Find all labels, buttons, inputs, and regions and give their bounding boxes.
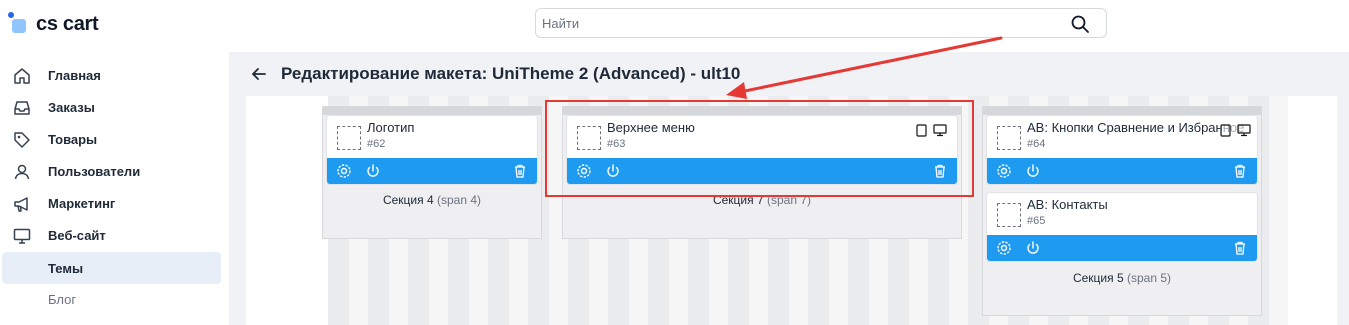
block-placeholder-icon [577, 126, 601, 150]
sidebar-item-label: Веб-сайт [48, 227, 106, 243]
trash-icon[interactable] [511, 162, 529, 180]
block-name: Логотип [367, 120, 415, 135]
trash-icon[interactable] [931, 162, 949, 180]
block-toolbar [327, 158, 537, 184]
monitor-icon [12, 226, 32, 246]
section-span: (span 4) [436, 193, 482, 207]
sidebar-item-label: Главная [48, 67, 101, 83]
section-span: (span 5) [1126, 271, 1172, 285]
section-span: (span 7) [766, 193, 812, 207]
gear-icon[interactable] [995, 239, 1013, 257]
trash-icon[interactable] [1231, 239, 1249, 257]
block-placeholder-icon [337, 126, 361, 150]
sidebar-item-label: Блог [48, 291, 77, 307]
layout-section[interactable]: Верхнее меню #63 Секция 7 (span 7) [562, 106, 962, 239]
desktop-icon[interactable] [933, 124, 947, 142]
logo-mark-icon [8, 12, 34, 36]
inbox-icon [12, 98, 32, 118]
sidebar-item-label: Темы [48, 260, 84, 276]
tablet-icon[interactable] [916, 124, 927, 142]
gear-icon[interactable] [335, 162, 353, 180]
sidebar-item-users[interactable]: Пользователи [0, 155, 229, 187]
layout-canvas: Логотип #62 Секция 4 (span 4) Верхнее ме… [246, 96, 1337, 325]
sidebar-item-label: Маркетинг [48, 195, 116, 211]
search-box[interactable] [535, 8, 1107, 38]
tag-icon [12, 130, 32, 150]
home-icon [12, 66, 32, 86]
desktop-icon[interactable] [1237, 124, 1251, 142]
block-name: AB: Кнопки Сравнение и Избранное [1027, 120, 1245, 135]
block-placeholder-icon [997, 126, 1021, 150]
sidebar: Главная Заказы Товары Пользователи Марке… [0, 52, 229, 325]
sidebar-item-label: Заказы [48, 99, 95, 115]
block-toolbar [987, 235, 1257, 261]
sidebar-item-orders[interactable]: Заказы [0, 91, 229, 123]
layout-block[interactable]: AB: Контакты #65 [986, 192, 1258, 262]
block-name: Верхнее меню [607, 120, 695, 135]
sidebar-item-marketing[interactable]: Маркетинг [0, 187, 229, 219]
search-input[interactable] [542, 14, 1042, 32]
megaphone-icon [12, 194, 32, 214]
power-icon[interactable] [1024, 162, 1042, 180]
page-header: Редактирование макета: UniTheme 2 (Advan… [249, 64, 740, 84]
block-toolbar [987, 158, 1257, 184]
top-bar: cs cart [0, 0, 1349, 52]
block-id: #64 [1027, 138, 1046, 150]
layout-block[interactable]: AB: Кнопки Сравнение и Избранное #64 [986, 115, 1258, 185]
search-icon[interactable] [1070, 14, 1090, 39]
block-id: #62 [367, 138, 386, 150]
device-visibility [1220, 124, 1251, 142]
layout-block[interactable]: Верхнее меню #63 [566, 115, 958, 185]
logo-text: cs cart [36, 12, 99, 35]
section-name: Секция 7 [712, 193, 764, 207]
sidebar-item-home[interactable]: Главная [0, 59, 229, 91]
back-arrow-icon[interactable] [249, 64, 269, 84]
logo[interactable]: cs cart [8, 12, 99, 36]
block-id: #63 [607, 138, 626, 150]
block-toolbar [567, 158, 957, 184]
user-icon [12, 162, 32, 182]
section-label: Секция 7 (span 7) [563, 193, 961, 207]
block-id: #65 [1027, 215, 1046, 227]
sidebar-item-products[interactable]: Товары [0, 123, 229, 155]
section-label: Секция 5 (span 5) [983, 271, 1261, 285]
tablet-icon[interactable] [1220, 124, 1231, 142]
power-icon[interactable] [364, 162, 382, 180]
sidebar-item-themes[interactable]: Темы [2, 252, 221, 284]
layout-section[interactable]: Логотип #62 Секция 4 (span 4) [322, 106, 542, 239]
device-visibility [916, 124, 947, 142]
sidebar-item-label: Пользователи [48, 163, 141, 179]
gear-icon[interactable] [995, 162, 1013, 180]
power-icon[interactable] [1024, 239, 1042, 257]
section-label: Секция 4 (span 4) [323, 193, 541, 207]
trash-icon[interactable] [1231, 162, 1249, 180]
main-content: Редактирование макета: UniTheme 2 (Advan… [229, 52, 1349, 325]
sidebar-item-label: Товары [48, 131, 98, 147]
gear-icon[interactable] [575, 162, 593, 180]
page-title: Редактирование макета: UniTheme 2 (Advan… [281, 64, 741, 83]
sidebar-item-website[interactable]: Веб-сайт [0, 219, 229, 251]
section-name: Секция 4 [382, 193, 434, 207]
layout-block[interactable]: Логотип #62 [326, 115, 538, 185]
layout-section[interactable]: AB: Кнопки Сравнение и Избранное #64 AB:… [982, 106, 1262, 316]
power-icon[interactable] [604, 162, 622, 180]
sidebar-item-blog[interactable]: Блог [0, 283, 229, 315]
section-name: Секция 5 [1072, 271, 1124, 285]
block-name: AB: Контакты [1027, 197, 1108, 212]
block-placeholder-icon [997, 203, 1021, 227]
